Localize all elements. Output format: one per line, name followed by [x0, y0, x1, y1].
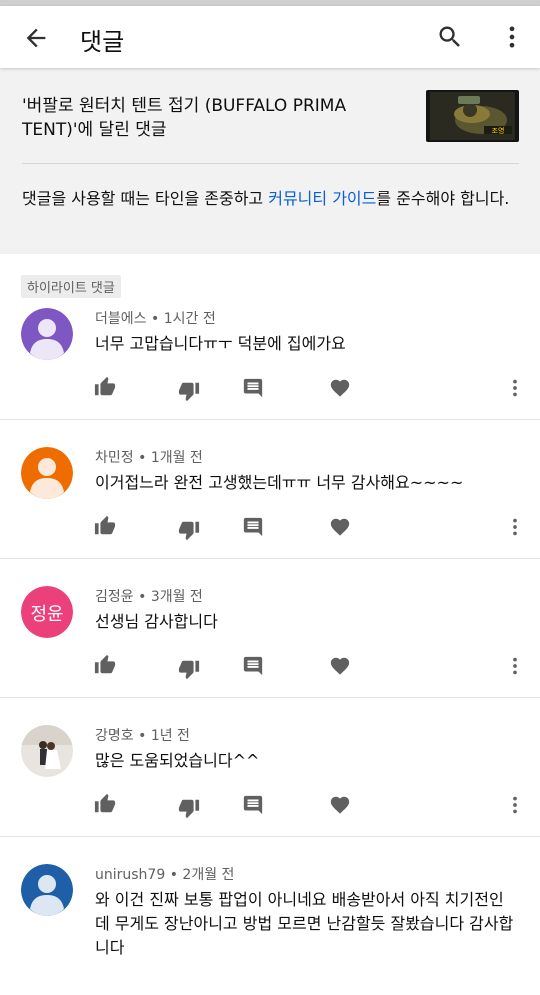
more-vert-icon[interactable] — [498, 23, 526, 51]
comment-time: 3개월 전 — [150, 589, 203, 605]
thumb-down-icon[interactable] — [178, 797, 200, 819]
comment-item: 강명호 • 1년 전많은 도움되었습니다^^ — [0, 717, 540, 856]
avatar[interactable]: 정윤 — [21, 586, 73, 638]
more-vert-icon[interactable] — [504, 794, 526, 816]
meta-separator: • — [133, 589, 151, 605]
divider — [0, 419, 540, 420]
video-title[interactable]: '버팔로 원터치 텐트 접기 (BUFFALO PRIMA TENT)'에 달린… — [22, 94, 402, 142]
comment-time: 1시간 전 — [163, 311, 216, 327]
comment-text: 이거접느라 완전 고생했는데ㅠㅠ 너무 감사해요~~~~ — [95, 473, 464, 492]
comment-text: 와 이건 진짜 보통 팝업이 아니네요 배송받아서 아직 치기전인데 무게도 장… — [95, 890, 514, 957]
thumb-down-icon[interactable] — [178, 658, 200, 680]
guideline-text-before: 댓글을 사용할 때는 타인을 존중하고 — [22, 189, 269, 208]
comment-meta: 강명호 • 1년 전 — [95, 725, 190, 745]
highlight-comment-label: 하이라이트 댓글 — [21, 275, 121, 298]
heart-icon[interactable] — [329, 377, 351, 399]
comment-text: 너무 고맙습니다ㅠㅜ 덕분에 집에가요 — [95, 334, 346, 353]
thumb-up-icon[interactable] — [94, 376, 116, 398]
heart-icon[interactable] — [329, 655, 351, 677]
comment-author[interactable]: 김정윤 — [95, 589, 134, 605]
comment-time: 1년 전 — [150, 728, 190, 744]
thumb-down-icon[interactable] — [178, 380, 200, 402]
comment-meta: 김정윤 • 3개월 전 — [95, 586, 203, 606]
avatar[interactable] — [21, 725, 73, 777]
comment-author[interactable]: 강명호 — [95, 728, 134, 744]
video-thumbnail[interactable]: 조영 — [426, 90, 519, 142]
comment-author[interactable]: 차민정 — [95, 450, 134, 466]
avatar-initials: 정윤 — [30, 604, 64, 625]
divider — [22, 163, 519, 164]
comment-item: 차민정 • 1개월 전이거접느라 완전 고생했는데ㅠㅠ 너무 감사해요~~~~ — [0, 439, 540, 578]
divider — [0, 558, 540, 559]
community-guideline-notice: 댓글을 사용할 때는 타인을 존중하고 커뮤니티 가이드를 준수해야 합니다. — [22, 187, 514, 211]
thumb-up-icon[interactable] — [94, 515, 116, 537]
divider — [0, 836, 540, 837]
comment-meta: 차민정 • 1개월 전 — [95, 447, 203, 467]
more-vert-icon[interactable] — [504, 655, 526, 677]
comment-meta: unirush79 • 2개월 전 — [95, 864, 234, 884]
meta-separator: • — [146, 311, 164, 327]
search-icon[interactable] — [436, 23, 464, 51]
meta-separator: • — [133, 450, 151, 466]
reply-comment-icon[interactable] — [242, 516, 264, 538]
comment-meta: 더블에스 • 1시간 전 — [95, 308, 216, 328]
comment-author[interactable]: unirush79 — [95, 867, 165, 883]
heart-icon[interactable] — [329, 516, 351, 538]
comment-item: 더블에스 • 1시간 전너무 고맙습니다ㅠㅜ 덕분에 집에가요 — [0, 300, 540, 439]
comment-text: 많은 도움되었습니다^^ — [95, 751, 260, 770]
arrow-back-icon[interactable] — [22, 24, 50, 52]
svg-text:조영: 조영 — [492, 126, 505, 135]
divider — [0, 697, 540, 698]
avatar[interactable] — [21, 864, 73, 916]
avatar[interactable] — [21, 447, 73, 499]
thumb-up-icon[interactable] — [94, 793, 116, 815]
comment-time: 2개월 전 — [182, 867, 235, 883]
thumb-up-icon[interactable] — [94, 654, 116, 676]
thumb-down-icon[interactable] — [178, 519, 200, 541]
page-title: 댓글 — [80, 28, 125, 56]
comment-text: 선생님 감사합니다 — [95, 612, 218, 631]
avatar[interactable] — [21, 308, 73, 360]
comment-item: unirush79 • 2개월 전와 이건 진짜 보통 팝업이 아니네요 배송받… — [0, 856, 540, 995]
heart-icon[interactable] — [329, 794, 351, 816]
comment-author[interactable]: 더블에스 — [95, 311, 147, 327]
more-vert-icon[interactable] — [504, 377, 526, 399]
reply-comment-icon[interactable] — [242, 794, 264, 816]
meta-separator: • — [133, 728, 151, 744]
guideline-text-after: 를 준수해야 합니다. — [376, 189, 510, 208]
more-vert-icon[interactable] — [504, 516, 526, 538]
reply-comment-icon[interactable] — [242, 377, 264, 399]
comment-time: 1개월 전 — [150, 450, 203, 466]
comment-item: 정윤 김정윤 • 3개월 전선생님 감사합니다 — [0, 578, 540, 717]
app-bar: 댓글 — [0, 6, 540, 68]
meta-separator: • — [165, 867, 183, 883]
video-info-panel: '버팔로 원터치 텐트 접기 (BUFFALO PRIMA TENT)'에 달린… — [0, 68, 540, 254]
reply-comment-icon[interactable] — [242, 655, 264, 677]
community-guide-link[interactable]: 커뮤니티 가이드 — [268, 189, 376, 208]
